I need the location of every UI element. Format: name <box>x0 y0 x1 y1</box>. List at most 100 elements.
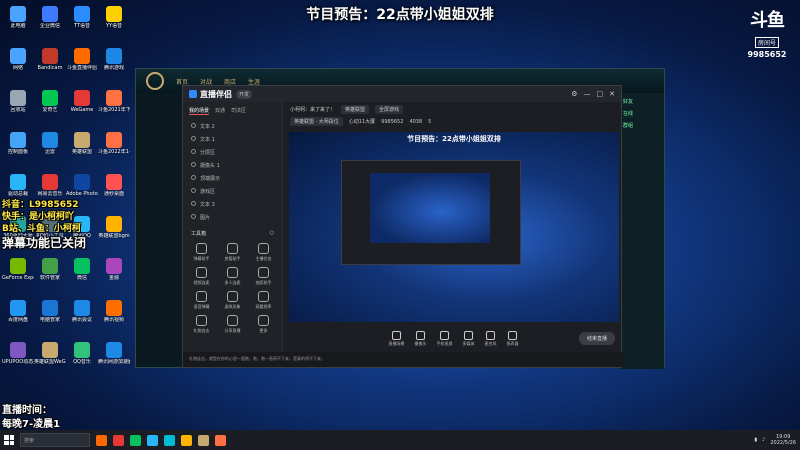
control-button[interactable]: 直播场景 <box>389 331 405 347</box>
app-icon <box>106 132 122 148</box>
tool-button[interactable]: 抽奖助手 <box>249 267 278 286</box>
volume-icon[interactable]: ♪ <box>762 437 765 443</box>
taskbar-app-icon[interactable] <box>113 434 124 446</box>
taskbar-app-icon[interactable] <box>181 434 192 446</box>
desktop-icon[interactable]: 百度网盘 <box>2 300 34 323</box>
desktop-icon[interactable]: 腾讯网游加速器 <box>98 342 130 365</box>
taskbar-app-icon[interactable] <box>147 434 158 446</box>
desktop-icon-label: 斗鱼2021年下半年直播 <box>98 107 130 113</box>
desktop-icon[interactable]: UPUPOO动态桌面 <box>2 342 34 365</box>
source-item[interactable]: 文本 1 <box>183 133 282 146</box>
network-icon[interactable]: ▮ <box>754 437 757 443</box>
visibility-eye-icon[interactable] <box>191 175 196 180</box>
desktop-icon[interactable]: 腾讯会议 <box>66 300 98 323</box>
tool-button[interactable]: 视频连麦 <box>187 267 216 286</box>
taskbar-app-icon[interactable] <box>96 434 107 446</box>
tool-icon <box>227 243 238 254</box>
visibility-eye-icon[interactable] <box>191 162 196 167</box>
desktop-icon[interactable]: Bandicam <box>34 48 66 71</box>
tool-label: 主播任务 <box>255 256 272 261</box>
source-item[interactable]: 摄像头 1 <box>183 159 282 172</box>
source-item[interactable]: 图片 <box>183 211 282 224</box>
source-item[interactable]: 文本 2 <box>183 120 282 133</box>
desktop-icon[interactable]: 腾讯视频 <box>98 300 130 323</box>
taskbar-app-icon[interactable] <box>130 434 141 446</box>
desktop-icon[interactable]: 回收站 <box>2 90 34 113</box>
control-button[interactable]: 多媒体 <box>463 331 475 347</box>
taskbar-app-icon[interactable] <box>215 434 226 446</box>
close-icon[interactable]: ✕ <box>609 90 615 98</box>
minimize-icon[interactable]: — <box>584 90 591 98</box>
tool-label: 分享直播 <box>224 328 241 333</box>
tool-button[interactable]: 多人连麦 <box>218 267 247 286</box>
tool-button[interactable]: 房管助手 <box>218 243 247 262</box>
tool-button[interactable]: 主播任务 <box>249 243 278 262</box>
tab-dual[interactable]: 双通 <box>215 107 225 115</box>
tool-button[interactable]: 观看频率 <box>249 291 278 310</box>
maximize-icon[interactable]: □ <box>597 90 604 98</box>
visibility-eye-icon[interactable] <box>191 123 196 128</box>
taskbar-search-input[interactable]: 搜索 <box>20 433 90 447</box>
taskbar-app-icon[interactable] <box>164 434 175 446</box>
desktop-icon[interactable]: QQ音乐 <box>66 342 98 365</box>
room-stat: 9985652 <box>381 118 404 125</box>
visibility-eye-icon[interactable] <box>191 188 196 193</box>
source-item[interactable]: 游戏区 <box>183 185 282 198</box>
desktop-icon[interactable]: 驱动总裁 <box>2 174 34 197</box>
visibility-eye-icon[interactable] <box>191 136 196 141</box>
room-title[interactable]: 小柯柯：来了来了！ <box>290 106 335 113</box>
toolbox-more-icon[interactable]: ○ <box>270 230 274 237</box>
desktop-icon[interactable]: 英雄联盟 <box>66 132 98 155</box>
tool-button[interactable]: 更多 <box>249 315 278 334</box>
capture-mode-pill[interactable]: 全屏游戏 <box>375 105 404 114</box>
desktop-icon[interactable]: 网易云音乐 <box>34 174 66 197</box>
control-button[interactable]: 扬声器 <box>507 331 519 347</box>
taskbar-app-icon[interactable] <box>198 434 209 446</box>
desktop-icon[interactable]: 控制面板 <box>2 132 34 155</box>
tool-button[interactable]: 礼物连击 <box>187 315 216 334</box>
visibility-eye-icon[interactable] <box>191 214 196 219</box>
tab-other[interactable]: 司法区 <box>231 107 246 115</box>
desktop-icon[interactable]: 斗鱼2021年下半年直播 <box>98 90 130 113</box>
stream-preview[interactable]: 节目预告：22点带小姐姐双排 <box>289 132 619 322</box>
desktop-icon[interactable]: 迅雷 <box>34 132 66 155</box>
desktop-icon[interactable]: 通秒桌面 <box>98 174 130 197</box>
desktop-icon[interactable]: 金融 <box>98 258 130 281</box>
desktop-icon[interactable]: GeForce Experience <box>2 258 34 281</box>
desktop-icon[interactable]: 软件管家 <box>34 258 66 281</box>
visibility-eye-icon[interactable] <box>191 201 196 206</box>
desktop-icon[interactable]: Adobe Photosh... <box>66 174 98 197</box>
windows-start-icon[interactable] <box>4 435 14 445</box>
tool-button[interactable]: 弹幕助手 <box>187 243 216 262</box>
desktop-icon[interactable]: 微信 <box>66 258 98 281</box>
desktop-icon[interactable]: 斗鱼2022年1-2月直播 <box>98 132 130 155</box>
tool-label: 语音弹幕 <box>193 304 210 309</box>
tool-button[interactable]: 分享直播 <box>218 315 247 334</box>
visibility-eye-icon[interactable] <box>191 149 196 154</box>
control-button[interactable]: 手机投屏 <box>437 331 453 347</box>
tab-my-scenes[interactable]: 我的场景 <box>189 107 210 115</box>
desktop-icon[interactable]: WeGame <box>66 90 98 113</box>
desktop-icon[interactable]: 腾讯游戏 <box>98 48 130 71</box>
desktop-icon[interactable]: 爱奇艺 <box>34 90 66 113</box>
settings-icon[interactable]: ⚙ <box>571 90 577 98</box>
tool-button[interactable]: 语音弹幕 <box>187 291 216 310</box>
control-button[interactable]: 摄像头 <box>415 331 427 347</box>
desktop-icon-label: 腾讯游戏 <box>103 65 124 71</box>
streaming-app-window[interactable]: 直播伴侣 开发 ⚙ — □ ✕ 我的场景 双通 司法区 文本 2 文本 1 分层区摄… <box>182 85 623 368</box>
desktop-icon[interactable]: 网络 <box>2 48 34 71</box>
tool-label: 抽奖助手 <box>255 280 272 285</box>
clock[interactable]: 19:09 2022/5/26 <box>770 434 796 446</box>
source-item[interactable]: 顶端展示 <box>183 172 282 185</box>
desktop-icon[interactable]: 电脑管家 <box>34 300 66 323</box>
desktop-icon[interactable]: 英雄联盟WeGame版 <box>34 342 66 365</box>
category-pill[interactable]: 英雄联盟 <box>341 105 370 114</box>
desktop-icon[interactable]: 斗鱼直播伴侣 <box>66 48 98 71</box>
source-item[interactable]: 文本 3 <box>183 198 282 211</box>
control-button[interactable]: 麦克风 <box>485 331 497 347</box>
desktop-icon[interactable]: 英雄联盟bgm <box>98 216 130 239</box>
source-list: 文本 2 文本 1 分层区 摄像头 1 顶端展示 游戏区 文本 3 图片 <box>183 120 282 224</box>
source-item[interactable]: 分层区 <box>183 146 282 159</box>
end-stream-button[interactable]: 结束直播 <box>578 332 615 345</box>
tool-button[interactable]: 虚拟形象 <box>218 291 247 310</box>
